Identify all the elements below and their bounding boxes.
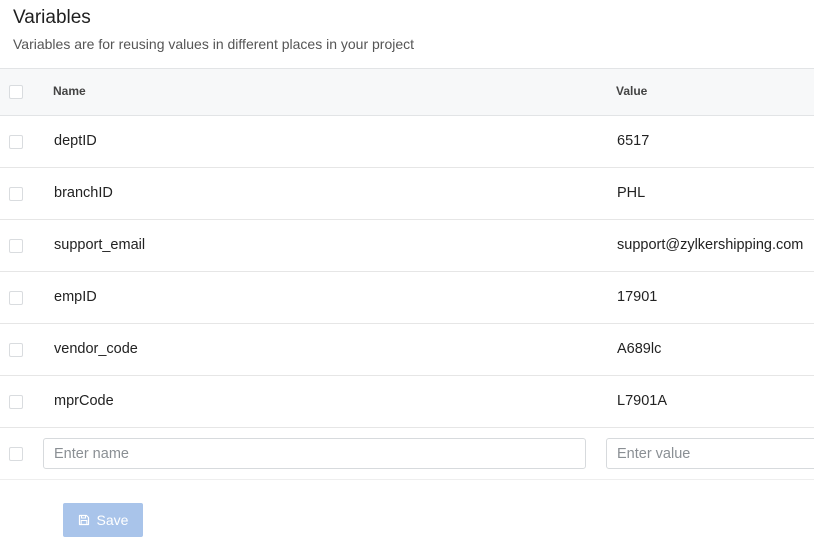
variable-value: 6517 xyxy=(617,133,650,149)
new-variable-value-input[interactable] xyxy=(606,438,814,469)
row-checkbox[interactable] xyxy=(9,291,23,305)
table-row: empID 17901 xyxy=(0,272,814,324)
new-variable-row xyxy=(0,428,814,480)
variable-name: mprCode xyxy=(54,393,114,409)
table-row: mprCode L7901A xyxy=(0,376,814,428)
row-checkbox[interactable] xyxy=(9,343,23,357)
table-header-row: Name Value xyxy=(0,68,814,116)
table-row: branchID PHL xyxy=(0,168,814,220)
table-row: deptID 6517 xyxy=(0,116,814,168)
variable-value: 17901 xyxy=(617,289,658,305)
variable-value: L7901A xyxy=(617,393,667,409)
table-row: vendor_code A689lc xyxy=(0,324,814,376)
row-checkbox[interactable] xyxy=(9,135,23,149)
row-checkbox[interactable] xyxy=(9,187,23,201)
variable-name: vendor_code xyxy=(54,341,138,357)
row-checkbox[interactable] xyxy=(9,395,23,409)
column-header-name: Name xyxy=(53,84,86,98)
table-row: support_email support@zylkershipping.com xyxy=(0,220,814,272)
new-variable-name-input[interactable] xyxy=(43,438,586,469)
variable-name: deptID xyxy=(54,133,97,149)
page-subtitle: Variables are for reusing values in diff… xyxy=(13,36,415,52)
row-checkbox[interactable] xyxy=(9,447,23,461)
variable-value: PHL xyxy=(617,185,646,201)
save-button[interactable]: Save xyxy=(63,503,143,537)
variables-table: Name Value deptID 6517 branchID PHL supp… xyxy=(0,68,814,480)
save-button-label: Save xyxy=(96,512,129,528)
column-header-value: Value xyxy=(616,84,648,98)
variable-value: support@zylkershipping.com xyxy=(617,237,804,253)
variable-name: support_email xyxy=(54,237,146,253)
row-checkbox[interactable] xyxy=(9,239,23,253)
variable-name: empID xyxy=(54,289,97,305)
page-title: Variables xyxy=(13,7,91,28)
select-all-checkbox[interactable] xyxy=(9,85,23,99)
variable-value: A689lc xyxy=(617,341,662,357)
floppy-disk-icon xyxy=(78,514,90,526)
variable-name: branchID xyxy=(54,185,113,201)
